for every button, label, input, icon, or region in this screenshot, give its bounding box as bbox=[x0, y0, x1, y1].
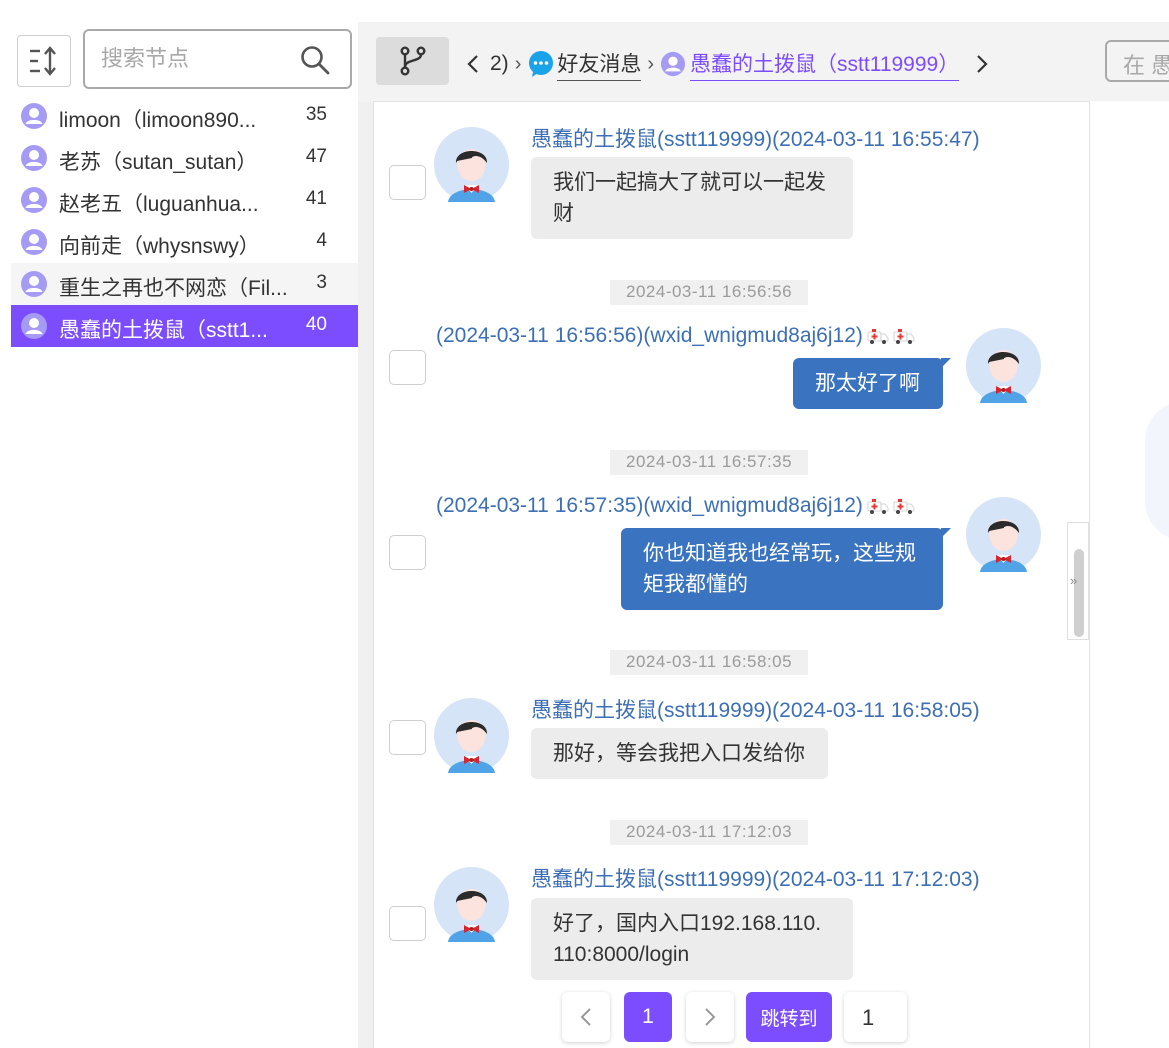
chevron-left-icon bbox=[580, 1008, 591, 1026]
avatar bbox=[966, 328, 1041, 403]
node-label: 赵老五（luguanhua... bbox=[59, 193, 259, 216]
right-pane bbox=[1090, 101, 1169, 1048]
message-bubble: 我们一起搞大了就可以一起发 财 bbox=[531, 157, 853, 239]
breadcrumb-item-friend-messages[interactable]: 好友消息 bbox=[557, 48, 642, 81]
message-line: 那太好了啊 bbox=[815, 372, 920, 395]
node-item[interactable]: 赵老五（luguanhua... 41 bbox=[11, 179, 358, 221]
message-line: 那好，等会我把入口发给你 bbox=[553, 742, 805, 765]
node-label: 老苏（sutan_sutan） bbox=[59, 151, 258, 174]
node-label: 重生之再也不网恋（Fil... bbox=[59, 277, 288, 300]
avatar bbox=[434, 698, 509, 773]
timestamp-divider: 2024-03-11 16:58:05 bbox=[610, 650, 809, 675]
message-meta: (2024-03-11 16:57:35)(wxid_wnigmud8aj6j1… bbox=[436, 494, 915, 518]
message-meta: 愚蠢的土拨鼠(sstt119999)(2024-03-11 16:58:05) bbox=[531, 699, 980, 722]
message-checkbox[interactable] bbox=[389, 350, 426, 385]
user-icon bbox=[20, 228, 48, 256]
node-item[interactable]: limoon（limoon890... 35 bbox=[11, 95, 358, 137]
message-line: 110:8000/login bbox=[553, 943, 690, 966]
branch-icon bbox=[400, 46, 426, 76]
node-count: 35 bbox=[305, 104, 327, 125]
sort-icon bbox=[30, 46, 56, 76]
user-icon bbox=[20, 102, 48, 130]
chevron-right-icon[interactable] bbox=[975, 54, 989, 74]
breadcrumb-item-contact[interactable]: 愚蠢的土拨鼠（sstt119999） bbox=[690, 48, 960, 81]
timestamp-divider: 2024-03-11 16:57:35 bbox=[610, 450, 809, 475]
message-panel: 愚蠢的土拨鼠(sstt119999)(2024-03-11 16:55:47) … bbox=[373, 101, 1090, 1048]
pagination: 1 跳转到 1 bbox=[0, 992, 1169, 1042]
ambulance-icon bbox=[867, 327, 889, 345]
user-icon bbox=[20, 186, 48, 214]
node-item-selected[interactable]: 愚蠢的土拨鼠（sstt1... 40 bbox=[11, 305, 358, 347]
breadcrumb-separator: › bbox=[647, 52, 655, 75]
message-meta: 愚蠢的土拨鼠(sstt119999)(2024-03-11 16:55:47) bbox=[531, 128, 980, 151]
timestamp-divider: 2024-03-11 17:12:03 bbox=[610, 820, 809, 845]
breadcrumb-separator: › bbox=[514, 52, 522, 75]
node-label: 向前走（whysnswy） bbox=[59, 235, 260, 258]
avatar bbox=[434, 127, 509, 202]
avatar bbox=[434, 867, 509, 942]
node-panel: limoon（limoon890... 35 老苏（sutan_sutan） 4… bbox=[11, 22, 358, 1048]
timestamp-divider: 2024-03-11 16:56:56 bbox=[610, 280, 809, 305]
message-meta-text: (2024-03-11 16:56:56)(wxid_wnigmud8aj6j1… bbox=[436, 324, 863, 347]
page-button-current[interactable]: 1 bbox=[624, 992, 672, 1042]
chevron-left-icon[interactable] bbox=[466, 54, 480, 74]
expand-icon: » bbox=[1070, 573, 1078, 588]
message-checkbox[interactable] bbox=[389, 165, 426, 200]
message-line: 好了，国内入口192.168.110. bbox=[553, 912, 822, 935]
node-count: 40 bbox=[305, 314, 327, 335]
scrollbar-thumb[interactable] bbox=[1074, 549, 1084, 637]
breadcrumb-bar: 2) › 好友消息 › 愚蠢的土拨鼠（sstt119999） 在 愚 bbox=[358, 22, 1169, 102]
search-box bbox=[83, 29, 352, 89]
avatar bbox=[966, 497, 1041, 572]
message-meta: 愚蠢的土拨鼠(sstt119999)(2024-03-11 17:12:03) bbox=[531, 868, 980, 891]
user-icon bbox=[20, 312, 48, 340]
node-count: 47 bbox=[305, 146, 327, 167]
breadcrumb-item-previous[interactable]: 2) bbox=[490, 52, 509, 76]
ambulance-icon bbox=[867, 497, 889, 515]
node-count: 41 bbox=[305, 188, 327, 209]
node-count: 4 bbox=[316, 230, 327, 251]
collapse-handle[interactable]: » bbox=[1067, 522, 1089, 640]
node-toolbar bbox=[11, 22, 358, 102]
message-bubble: 那太好了啊 bbox=[793, 358, 951, 409]
node-label: 愚蠢的土拨鼠（sstt1... bbox=[59, 319, 268, 342]
chat-bubble-icon bbox=[529, 51, 554, 77]
node-item[interactable]: 向前走（whysnswy） 4 bbox=[11, 221, 358, 263]
breadcrumb: 2) › 好友消息 › 愚蠢的土拨鼠（sstt119999） bbox=[466, 44, 989, 84]
message-checkbox[interactable] bbox=[389, 720, 426, 755]
message-bubble: 你也知道我也经常玩，这些规 矩我都懂的 bbox=[621, 528, 951, 610]
inline-search-field[interactable]: 在 愚 bbox=[1105, 40, 1169, 82]
ambulance-icon bbox=[893, 497, 915, 515]
ambulance-icon bbox=[893, 327, 915, 345]
message-meta-text: (2024-03-11 16:57:35)(wxid_wnigmud8aj6j1… bbox=[436, 494, 863, 517]
user-icon bbox=[20, 270, 48, 298]
message-bubble: 那好，等会我把入口发给你 bbox=[531, 728, 828, 779]
node-label: limoon（limoon890... bbox=[59, 109, 257, 132]
panel-divider bbox=[358, 22, 374, 1048]
search-icon[interactable] bbox=[300, 45, 330, 75]
node-item[interactable]: 老苏（sutan_sutan） 47 bbox=[11, 137, 358, 179]
node-item[interactable]: 重生之再也不网恋（Fil... 3 bbox=[11, 263, 358, 305]
message-line: 财 bbox=[553, 202, 574, 225]
next-page-button[interactable] bbox=[686, 992, 734, 1042]
message-checkbox[interactable] bbox=[389, 906, 426, 941]
chevron-right-icon bbox=[705, 1008, 716, 1026]
node-count: 3 bbox=[316, 272, 327, 293]
message-line: 矩我都懂的 bbox=[643, 573, 748, 596]
search-input[interactable] bbox=[99, 43, 299, 75]
sort-button[interactable] bbox=[17, 35, 71, 87]
branch-button[interactable] bbox=[376, 37, 449, 85]
message-bubble: 好了，国内入口192.168.110. 110:8000/login bbox=[531, 898, 853, 980]
jump-to-button[interactable]: 跳转到 bbox=[746, 992, 832, 1042]
user-icon bbox=[660, 51, 686, 77]
message-line: 我们一起搞大了就可以一起发 bbox=[553, 171, 826, 194]
node-list: limoon（limoon890... 35 老苏（sutan_sutan） 4… bbox=[11, 95, 358, 347]
user-icon bbox=[20, 144, 48, 172]
message-checkbox[interactable] bbox=[389, 535, 426, 570]
page-jump-input[interactable]: 1 bbox=[844, 992, 907, 1042]
message-line: 你也知道我也经常玩，这些规 bbox=[643, 542, 916, 565]
prev-page-button[interactable] bbox=[562, 992, 610, 1042]
decorative-shape bbox=[1145, 401, 1169, 541]
message-meta: (2024-03-11 16:56:56)(wxid_wnigmud8aj6j1… bbox=[436, 324, 915, 348]
